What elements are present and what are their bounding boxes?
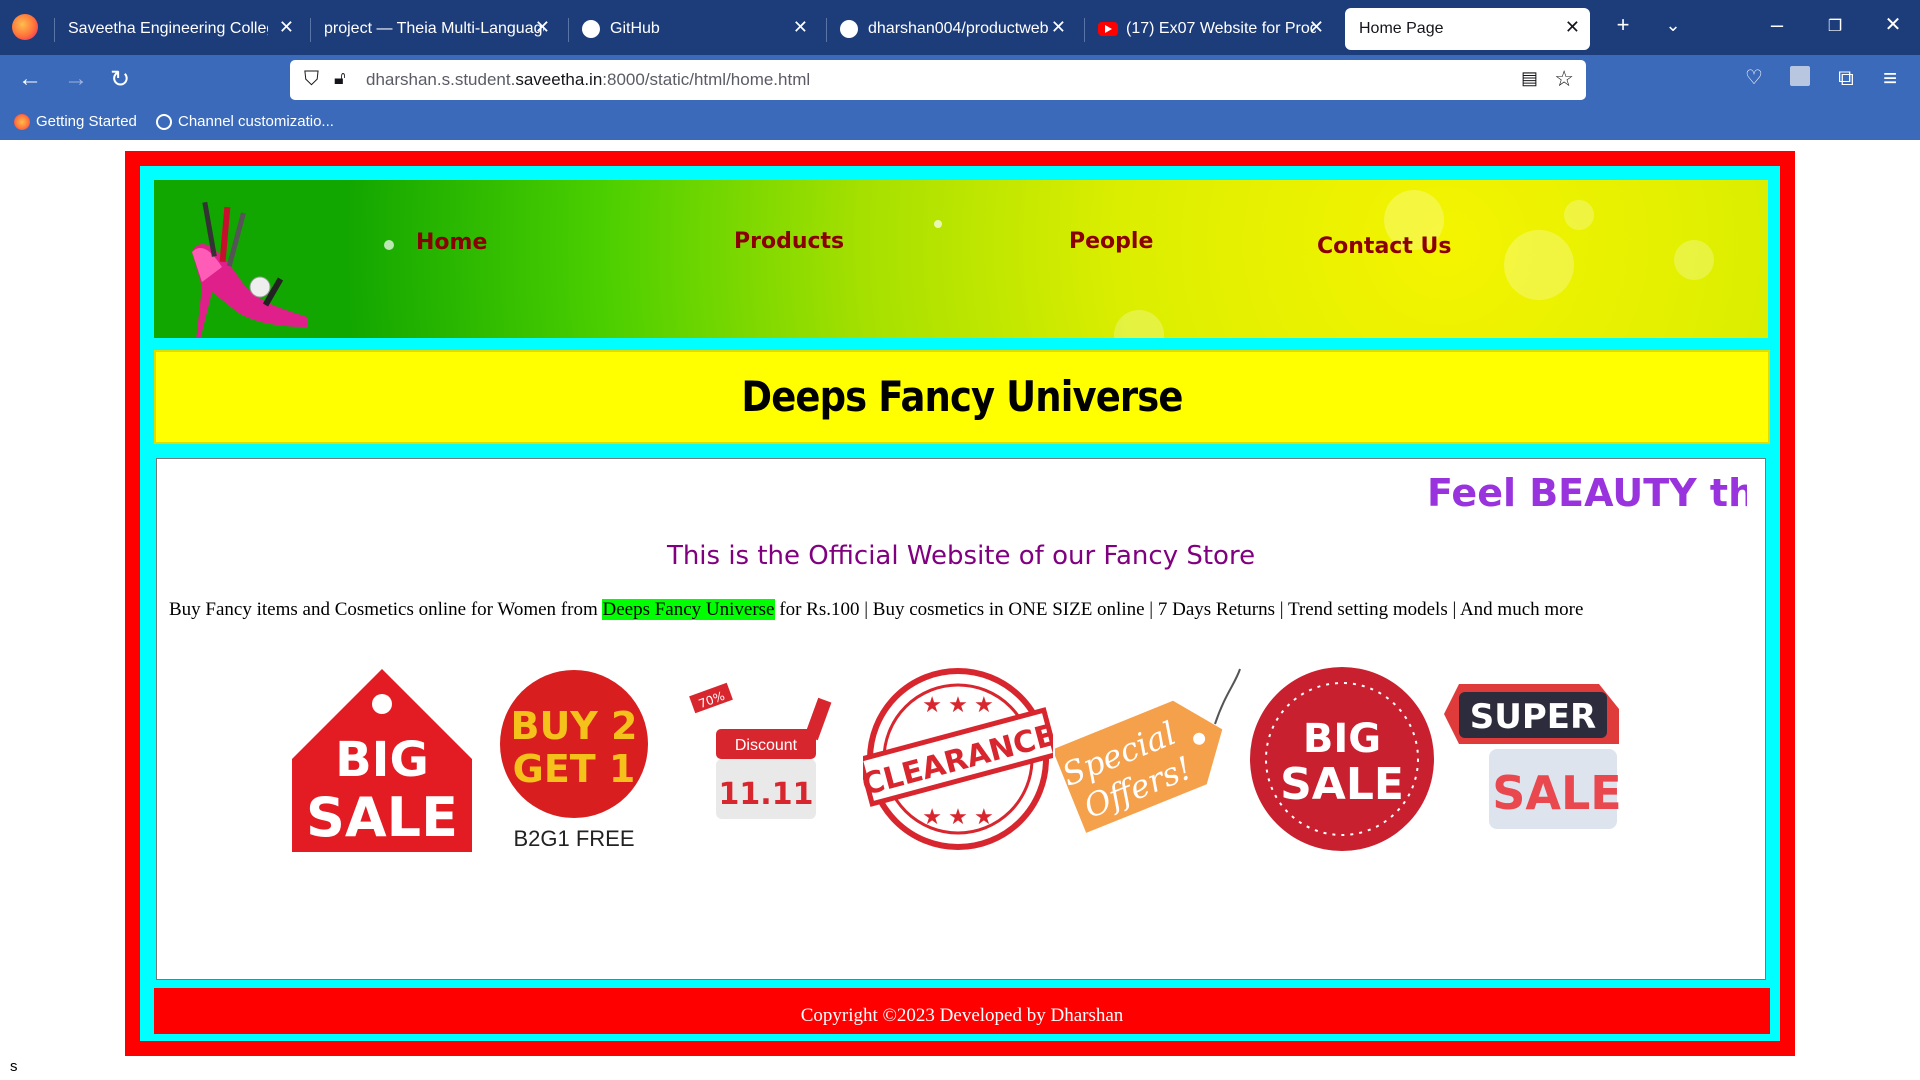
super-sale-image: SUPER SALE [1444,684,1622,829]
extensions-puzzle-icon[interactable]: ⧉ [1830,65,1862,91]
discount-text: Discount [735,737,798,754]
firefox-icon [14,113,30,130]
tab-youtube[interactable]: (17) Ex07 Website for Produ ✕ [1084,8,1334,50]
special-offers-tag-image: Special Offers! [1055,668,1241,833]
url-text[interactable]: dharshan.s.student.saveetha.in:8000/stat… [366,70,810,90]
big-sale-tag-image: BIG SALE [292,669,472,852]
menu-icon[interactable]: ≡ [1874,65,1906,93]
firefox-menu-icon[interactable] [12,14,38,40]
minimize-icon[interactable]: – [1762,12,1792,38]
page-frame: Home Products People Contact Us Deeps Fa… [125,151,1795,1056]
high-heel-shoe-logo [192,201,307,338]
tab-github-repo[interactable]: dharshan004/productweb ✕ [826,8,1076,50]
site-title: Deeps Fancy Universe [741,372,1183,421]
close-tab-icon[interactable]: ✕ [535,17,550,38]
desc-before: Buy Fancy items and Cosmetics online for… [169,599,603,620]
url-suffix: :8000/static/html/home.html [602,70,811,89]
b2g1-text: B2G1 FREE [513,826,634,851]
navigation-toolbar: ← → ↻ ⛉ 🔓︎ dharshan.s.student.saveetha.i… [0,55,1920,105]
nav-people-link[interactable]: People [1069,229,1153,254]
close-tab-icon[interactable]: ✕ [1565,17,1580,38]
sale-text: SALE [1492,766,1621,820]
forward-icon[interactable]: → [60,65,92,93]
buy2get1-image: BUY 2 GET 1 B2G1 FREE [500,670,648,851]
list-tabs-icon[interactable]: ⌄ [1658,15,1688,36]
back-icon[interactable]: ← [14,65,46,93]
nav-products-link[interactable]: Products [734,229,844,254]
tab-home-page[interactable]: Home Page ✕ [1345,8,1590,50]
lock-icon[interactable]: 🔓︎ [334,68,346,89]
shield-icon[interactable]: ⛉ [304,68,319,91]
title-banner: Deeps Fancy Universe [154,350,1770,444]
tab-theia[interactable]: project — Theia Multi-Language ✕ [310,8,560,50]
tab-github[interactable]: GitHub ✕ [568,8,818,50]
status-text: s [10,1058,18,1075]
pocket-icon[interactable]: ♡ [1738,65,1770,90]
subtitle: This is the Official Website of our Fanc… [666,541,1256,571]
bookmarks-toolbar: Getting Started Channel customizatio... [0,105,1920,140]
close-tab-icon[interactable]: ✕ [793,17,808,38]
tab-saveetha[interactable]: Saveetha Engineering College ✕ [54,8,304,50]
url-domain: saveetha.in [515,70,603,89]
super-text: SUPER [1470,697,1596,737]
big-sale-seal-image: BIG SALE [1250,667,1434,851]
nav-contact-link[interactable]: Contact Us [1317,234,1451,259]
tab-bar: Saveetha Engineering College ✕ project —… [0,0,1920,55]
big-text: BIG [335,732,429,788]
sale-text: SALE [1280,759,1404,810]
close-tab-icon[interactable]: ✕ [279,17,294,38]
desc-after: for Rs.100 | Buy cosmetics in ONE SIZE o… [774,599,1584,620]
sale-text: SALE [306,786,458,849]
svg-text:★ ★ ★: ★ ★ ★ [922,804,993,829]
clearance-stamp-image: CLEARANCE ★ ★ ★ ★ ★ ★ [863,668,1053,850]
extension-icon[interactable] [1784,65,1816,93]
close-window-icon[interactable]: ✕ [1878,12,1908,37]
youtube-icon [1098,22,1118,36]
site-header: Home Products People Contact Us [154,180,1768,338]
github-icon [582,20,600,38]
tab-label: Saveetha Engineering College [68,20,268,37]
description-text: Buy Fancy items and Cosmetics online for… [169,599,1583,621]
github-icon [840,20,858,38]
bookmark-star-icon[interactable]: ☆ [1554,66,1574,92]
bookmark-getting-started[interactable]: Getting Started [14,113,137,130]
restore-icon[interactable]: ❐ [1820,16,1850,36]
tab-label: dharshan004/productweb [868,20,1049,37]
get1-text: GET 1 [513,747,636,791]
bookmark-label: Channel customizatio... [178,113,334,130]
web-page: Home Products People Contact Us Deeps Fa… [0,140,1920,1080]
tab-label: (17) Ex07 Website for Produ [1126,20,1316,37]
site-footer: Copyright ©2023 Developed by Dharshan [154,988,1770,1034]
date-text: 11.11 [719,777,814,812]
tab-label: project — Theia Multi-Language [324,20,544,37]
buy2-text: BUY 2 [510,704,637,748]
tab-label: Home Page [1359,20,1444,37]
new-tab-icon[interactable]: + [1608,12,1638,38]
bookmark-label: Getting Started [36,113,137,130]
bookmark-channel[interactable]: Channel customizatio... [156,113,334,130]
store-name-highlight: Deeps Fancy Universe [602,599,775,620]
globe-icon [156,113,172,130]
discount-calendar-image: 70% Discount 11.11 [689,682,832,819]
tab-label: GitHub [610,20,660,37]
close-tab-icon[interactable]: ✕ [1051,17,1066,38]
page-inner: Home Products People Contact Us Deeps Fa… [140,166,1780,1041]
marquee-text: Feel BEAUTY thro [1427,471,1747,515]
address-bar[interactable]: ⛉ 🔓︎ dharshan.s.student.saveetha.in:8000… [290,60,1586,100]
nav-home-link[interactable]: Home [416,230,487,255]
url-prefix: dharshan.s.student. [366,70,516,89]
reload-icon[interactable]: ↻ [104,65,136,94]
main-content: Feel BEAUTY thro This is the Official We… [156,458,1766,980]
copyright-text: Copyright ©2023 Developed by Dharshan [800,1005,1124,1026]
svg-text:★ ★ ★: ★ ★ ★ [922,692,993,717]
reader-view-icon[interactable]: ▤ [1521,68,1538,89]
close-tab-icon[interactable]: ✕ [1309,17,1324,38]
big-text: BIG [1303,716,1381,762]
